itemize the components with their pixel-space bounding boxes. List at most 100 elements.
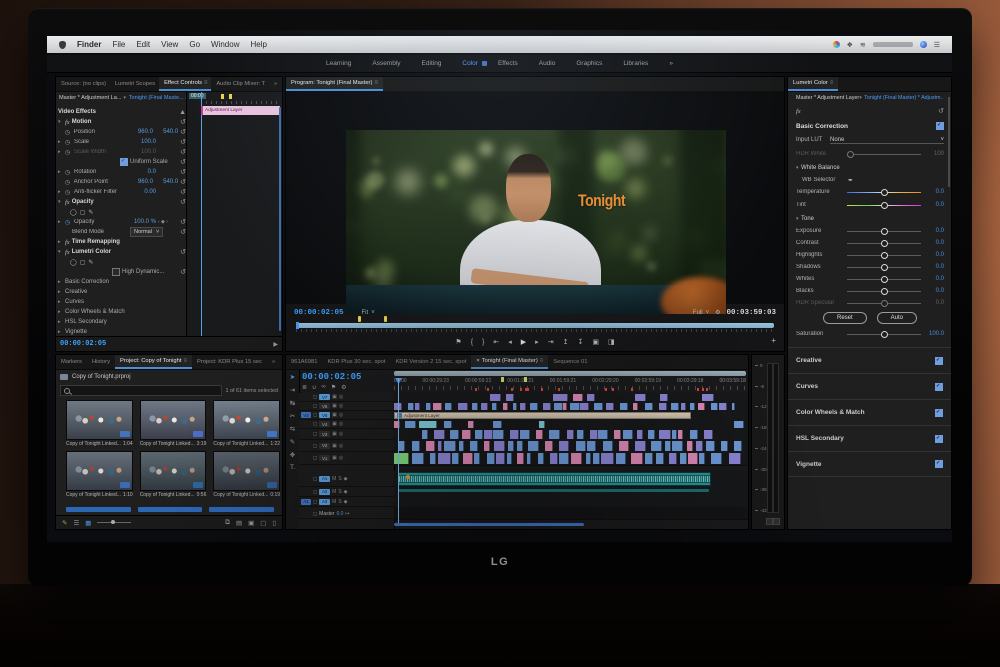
mute-button[interactable]: M [332,499,336,505]
lock-icon[interactable]: ◻ [313,455,317,461]
timeline-clip[interactable] [408,403,415,410]
sync-lock-icon[interactable]: ▣ [332,455,337,461]
timeline-clip[interactable] [503,403,508,410]
anti-flicker-value[interactable]: 0.00 [132,189,156,195]
sync-lock-icon[interactable]: ▣ [332,443,337,449]
tab-program[interactable]: Program: Tonight (Final Master) ≡ [286,77,383,91]
twirl-icon[interactable]: ▸ [58,139,63,145]
siri-icon[interactable] [919,41,927,48]
extract-button[interactable]: ↧ [577,338,583,346]
add-marker-icon[interactable]: ⚑ [331,384,336,391]
timeline-clip[interactable] [620,403,628,410]
track-header-a2[interactable]: ◻ A2 M S ◆ [299,487,394,497]
timeline-clip[interactable] [549,453,558,464]
timeline-clip[interactable] [434,430,445,439]
timeline-clip[interactable] [567,430,574,439]
add-marker-button[interactable]: ⚑ [455,338,461,346]
timeline-clip[interactable] [593,403,604,410]
meter-mute-toggle[interactable] [766,518,773,525]
lock-icon[interactable]: ◻ [313,431,317,437]
timeline-clip[interactable] [589,430,598,439]
clip-cell[interactable]: Copy of Tonight Linked... 0:19 [213,451,281,498]
track-header-v7[interactable]: ◻ V7 ▣ ◎ [299,393,394,402]
timeline-clip[interactable] [438,453,451,464]
timeline-clip[interactable] [559,441,569,451]
mark-in-button[interactable]: { [471,339,473,346]
section-color-wheels[interactable]: Color Wheels & Match [788,399,951,425]
thumbnail-zoom-slider[interactable] [97,520,132,524]
mark-out-button[interactable]: } [482,339,484,346]
track-header-v4[interactable]: ◻ V4 ▣ ◎ [299,420,394,429]
solo-button[interactable]: S [338,489,341,495]
hdr-checkbox[interactable] [112,268,120,276]
go-to-out-button[interactable]: ⇥ [548,338,554,346]
timeline-clip[interactable] [563,403,568,410]
saturation-slider[interactable] [847,330,921,338]
timeline-clip[interactable] [580,403,590,410]
timeline-clip[interactable] [484,430,494,439]
track-select-tool[interactable]: ⇥ [290,386,295,394]
timeline-clip[interactable] [422,430,428,439]
timeline-clip[interactable] [572,394,583,401]
tab-lumetri-scopes[interactable]: Lumetri Scopes [110,77,159,91]
timeline-clip[interactable] [437,441,443,451]
timeline-clip[interactable] [537,453,544,464]
adjustment-layer-clip[interactable]: Adjustment Layer [201,106,280,115]
workspace-editing[interactable]: Editing [412,58,452,69]
input-lut-dropdown[interactable]: None ˅ [830,137,944,144]
timeline-clip[interactable] [480,403,488,410]
sync-lock-icon[interactable]: ▣ [332,412,337,418]
clip-cell[interactable]: Copy of Tonight Linked... 0:56 [139,451,207,498]
timeline-clip[interactable] [433,403,443,410]
program-video-frame[interactable]: Tonight [346,130,726,314]
timeline-clip[interactable] [697,403,706,410]
timeline-clip[interactable] [527,441,540,451]
lock-icon[interactable]: ◻ [313,394,317,400]
wifi-icon[interactable]: ≋ [860,41,866,49]
lift-button[interactable]: ↥ [563,338,569,346]
clip-thumbnail[interactable] [213,451,281,491]
timeline-clip[interactable] [526,453,532,464]
timeline-clip[interactable] [539,421,546,428]
lumetri-color-wheels[interactable]: ▸ Color Wheels & Match [58,307,186,317]
curves-checkbox[interactable] [935,382,943,391]
lumetri-creative[interactable]: ▸ Creative [58,287,186,297]
new-bin-button[interactable]: ▣ [248,519,254,527]
playback-resolution-dropdown[interactable]: Full ˅ [693,310,709,316]
scrubber-playhead[interactable] [296,322,299,329]
timeline-clip[interactable] [670,403,680,410]
source-patch-a1[interactable]: A1 [301,498,311,505]
opacity-value[interactable]: 100.0 % [132,219,156,225]
timeline-clip[interactable] [695,441,703,451]
mini-playhead[interactable] [201,92,202,337]
adjustment-layer-clip[interactable]: Adjustment Layer [394,412,692,419]
position-y-value[interactable]: 540.0 [155,129,178,135]
timeline-clip[interactable] [475,430,484,439]
audio-clip[interactable] [397,472,712,486]
whites-slider[interactable] [847,275,921,283]
timeline-clip[interactable] [602,441,613,451]
list-view-button[interactable]: ☰ [73,519,79,527]
effect-opacity[interactable]: ▾ fx Opacity ↺ [58,197,186,207]
tab-overflow[interactable]: » [267,355,280,369]
timeline-clip[interactable] [721,441,729,451]
position-x-value[interactable]: 960.0 [130,129,153,135]
timeline-clip[interactable] [634,394,647,401]
timeline-clip[interactable] [553,394,569,401]
timeline-clip[interactable] [411,441,421,451]
search-box[interactable] [60,385,222,396]
timeline-clip[interactable] [506,453,513,464]
timeline-clip[interactable] [680,453,687,464]
search-input[interactable] [73,385,218,396]
tab-audio-clip-mixer[interactable]: Audio Clip Mixer: T [211,77,269,91]
selection-tool[interactable]: ➤ [290,373,295,381]
timeline-clip[interactable] [414,403,421,410]
timeline-clip[interactable] [616,453,627,464]
timeline-clip[interactable] [711,403,718,410]
reset-button[interactable]: Reset [822,312,867,324]
timeline-clip[interactable] [471,403,478,410]
track-header-master[interactable]: ◻ Master 0.0 ↦ [299,509,394,519]
timeline-clip[interactable] [458,441,465,451]
insert-as-track-icon[interactable]: ≣ [302,384,307,391]
tab-source[interactable]: Source: (no clips) [56,77,110,91]
